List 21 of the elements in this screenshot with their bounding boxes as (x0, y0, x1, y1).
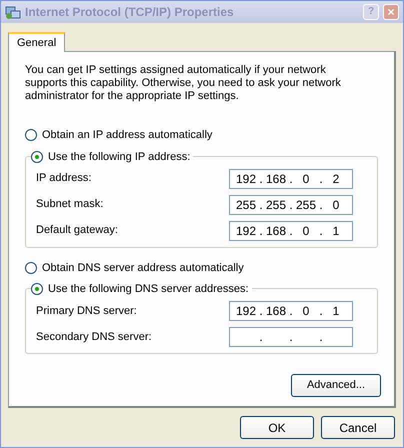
radio-option[interactable]: Use the following DNS server addresses: (31, 281, 252, 298)
field-label: Primary DNS server: (36, 304, 137, 319)
ip-address-field[interactable]: 192 . 168 . 0 . 2 (229, 168, 353, 188)
advanced-button[interactable]: Advanced... (291, 374, 381, 397)
radio-option[interactable]: Obtain an IP address automatically (25, 127, 378, 144)
field-label: Secondary DNS server: (36, 330, 152, 345)
description-text: You can get IP settings assigned automatically if your network supports this capability. Otherwise, you need to ask your network administrator for the appropriate IP settings. (25, 64, 342, 103)
field-label: Subnet mask: (36, 197, 104, 212)
ip-address-field[interactable]: . . . (229, 327, 353, 347)
network-icon (5, 4, 21, 20)
window-title: Internet Protocol (TCP/IP) Properties (25, 4, 235, 21)
radio-option[interactable]: Use the following IP address: (31, 148, 194, 165)
field-label: Default gateway: (36, 223, 118, 238)
dialog-button[interactable]: Cancel (321, 416, 395, 439)
ip-address-field[interactable]: 255 . 255 . 255 . 0 (229, 194, 353, 214)
ip-address-field[interactable]: 192 . 168 . 0 . 1 (229, 220, 353, 240)
dialog-button[interactable]: OK (240, 416, 314, 439)
field-label: IP address: (36, 171, 92, 186)
radio-option[interactable]: Obtain DNS server address automatically (25, 260, 378, 276)
tab[interactable]: General (8, 32, 66, 52)
ip-address-field[interactable]: 192 . 168 . 0 . 1 (229, 301, 353, 321)
